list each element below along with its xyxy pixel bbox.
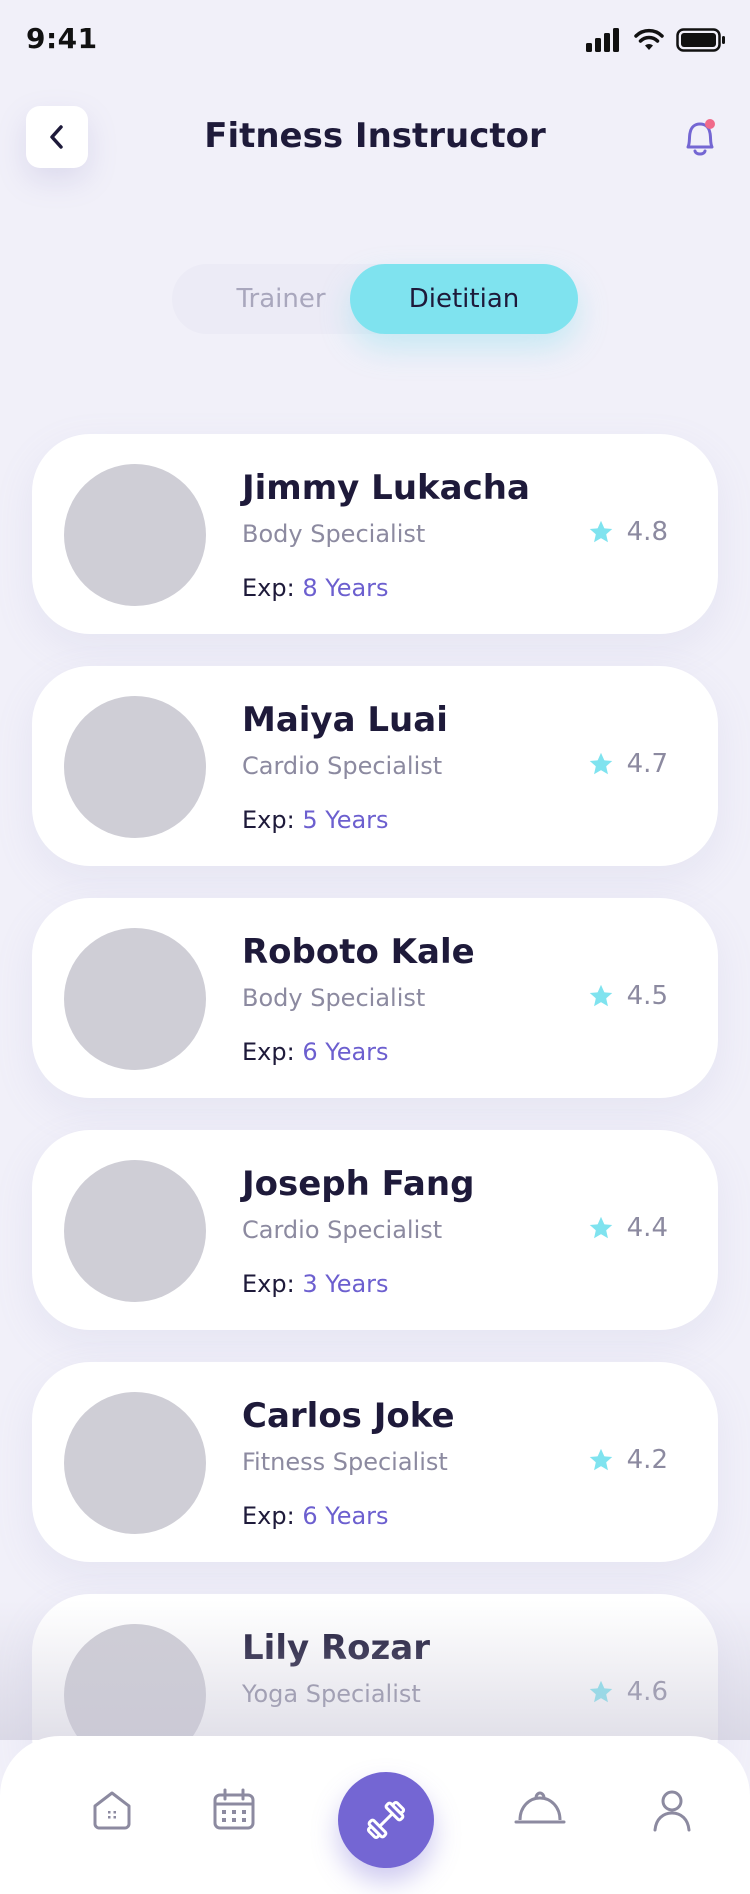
avatar — [64, 1392, 206, 1534]
status-bar: 9:41 — [0, 0, 750, 86]
rating: 4.6 — [585, 1676, 668, 1708]
rating-value: 4.6 — [626, 1677, 668, 1707]
rating-value: 4.2 — [626, 1445, 668, 1475]
nav-calendar[interactable] — [202, 1778, 266, 1842]
instructor-card[interactable]: Joseph Fang Cardio Specialist Exp: 3 Yea… — [32, 1130, 718, 1330]
star-icon — [586, 750, 615, 777]
star-icon — [586, 982, 615, 1009]
rating-value: 4.7 — [626, 749, 668, 779]
role-segmented-control: Trainer Dietitian — [172, 264, 578, 334]
avatar — [64, 1160, 206, 1302]
rating: 4.7 — [585, 748, 668, 780]
instructor-experience: Exp: 6 Years — [242, 1502, 389, 1530]
avatar — [64, 696, 206, 838]
instructor-card[interactable]: Roboto Kale Body Specialist Exp: 6 Years… — [32, 898, 718, 1098]
calendar-icon — [213, 1788, 255, 1830]
rating-value: 4.4 — [626, 1213, 668, 1243]
rating: 4.4 — [585, 1212, 668, 1244]
page-title: Fitness Instructor — [204, 116, 546, 156]
header: Fitness Instructor — [0, 100, 750, 180]
experience-label: Exp: — [242, 806, 303, 834]
experience-value: 6 Years — [302, 1038, 389, 1066]
instructor-name: Maiya Luai — [242, 700, 448, 740]
home-icon — [93, 1791, 131, 1830]
instructor-card[interactable]: Jimmy Lukacha Body Specialist Exp: 8 Yea… — [32, 434, 718, 634]
nav-meals[interactable] — [508, 1778, 572, 1842]
experience-label: Exp: — [242, 1270, 303, 1298]
instructor-specialty: Fitness Specialist — [242, 1448, 448, 1476]
instructor-specialty: Cardio Specialist — [242, 752, 443, 780]
avatar — [64, 464, 206, 606]
battery-icon — [676, 28, 725, 52]
experience-label: Exp: — [242, 574, 303, 602]
bottom-nav — [0, 1736, 750, 1894]
signal-icon — [586, 28, 619, 52]
experience-value: 5 Years — [302, 806, 389, 834]
instructor-experience: Exp: 5 Years — [242, 806, 389, 834]
instructor-card[interactable]: Carlos Joke Fitness Specialist Exp: 6 Ye… — [32, 1362, 718, 1562]
experience-value: 3 Years — [302, 1270, 389, 1298]
instructor-specialty: Cardio Specialist — [242, 1216, 443, 1244]
star-icon — [586, 1446, 615, 1473]
instructor-experience: Exp: 8 Years — [242, 574, 389, 602]
star-icon — [586, 1214, 615, 1241]
instructor-name: Jimmy Lukacha — [242, 468, 530, 508]
rating: 4.2 — [585, 1444, 668, 1476]
instructor-specialty: Body Specialist — [242, 520, 426, 548]
instructor-name: Joseph Fang — [242, 1164, 475, 1204]
instructor-experience: Exp: 6 Years — [242, 1038, 389, 1066]
rating-value: 4.5 — [626, 981, 668, 1011]
bell-icon — [686, 119, 715, 156]
instructor-card[interactable]: Maiya Luai Cardio Specialist Exp: 5 Year… — [32, 666, 718, 866]
instructor-name: Roboto Kale — [242, 932, 475, 972]
nav-profile[interactable] — [640, 1778, 704, 1842]
status-time: 9:41 — [26, 22, 98, 55]
star-icon — [586, 518, 615, 545]
notification-dot — [705, 119, 715, 129]
experience-label: Exp: — [242, 1502, 303, 1530]
profile-icon — [653, 1790, 691, 1832]
notification-button[interactable] — [676, 114, 724, 162]
nav-home[interactable] — [80, 1778, 144, 1842]
rating: 4.8 — [585, 516, 668, 548]
status-icons — [586, 28, 726, 52]
wifi-icon — [634, 28, 664, 50]
experience-value: 8 Years — [302, 574, 389, 602]
avatar — [64, 928, 206, 1070]
dumbbell-icon — [366, 1800, 406, 1840]
experience-value: 6 Years — [302, 1502, 389, 1530]
instructor-name: Carlos Joke — [242, 1396, 455, 1436]
instructor-specialty: Body Specialist — [242, 984, 426, 1012]
rating: 4.5 — [585, 980, 668, 1012]
food-cloche-icon — [514, 1791, 566, 1824]
star-icon — [586, 1678, 615, 1705]
instructor-specialty: Yoga Specialist — [242, 1680, 421, 1708]
instructor-name: Lily Rozar — [242, 1628, 431, 1668]
instructor-experience: Exp: 3 Years — [242, 1270, 389, 1298]
nav-workout[interactable] — [338, 1772, 434, 1868]
experience-label: Exp: — [242, 1038, 303, 1066]
tab-dietitian[interactable]: Dietitian — [350, 264, 578, 334]
rating-value: 4.8 — [626, 517, 668, 547]
